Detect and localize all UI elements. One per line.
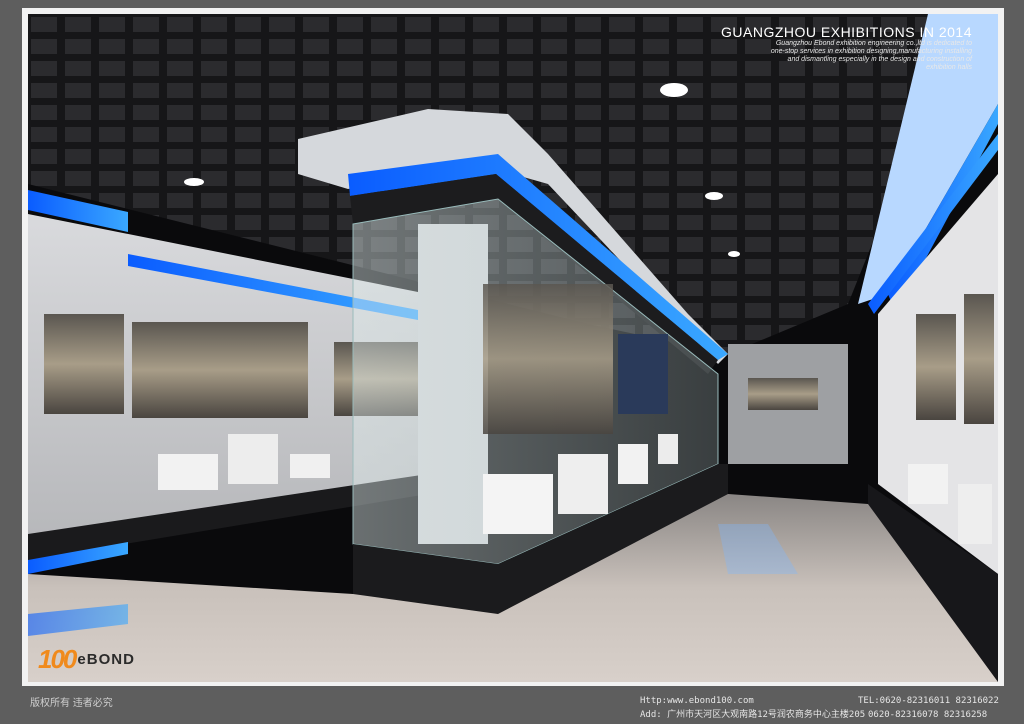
hall-illustration [28, 14, 998, 682]
copyright-text: 版权所有 违者必究 [30, 698, 113, 709]
tel2-text: 0620-82316078 82316258 [868, 710, 988, 720]
footer-contact: Http:www.ebond100.com Add: 广州市天河区大观南路12号… [640, 694, 865, 722]
address-text: Add: 广州市天河区大观南路12号润农商务中心主楼205 [640, 710, 866, 720]
tel-text: TEL:0620-82316011 82316022 [858, 696, 999, 706]
banner: GUANGZHOU EXHIBITIONS IN 2014 Guangzhou … [721, 24, 972, 72]
banner-title: GUANGZHOU EXHIBITIONS IN 2014 [721, 24, 972, 40]
footer-phones: TEL:0620-82316011 82316022 0620-82316078… [858, 694, 999, 722]
website-text: Http:www.ebond100.com [640, 696, 754, 706]
logo-number: 100 [38, 644, 77, 674]
banner-description: Guangzhou Ebond exhibition engineering c… [770, 40, 972, 71]
company-logo: 100 eBOND [38, 644, 135, 675]
logo-word: eBOND [77, 651, 135, 668]
exhibition-hall-render: GUANGZHOU EXHIBITIONS IN 2014 Guangzhou … [28, 14, 998, 682]
